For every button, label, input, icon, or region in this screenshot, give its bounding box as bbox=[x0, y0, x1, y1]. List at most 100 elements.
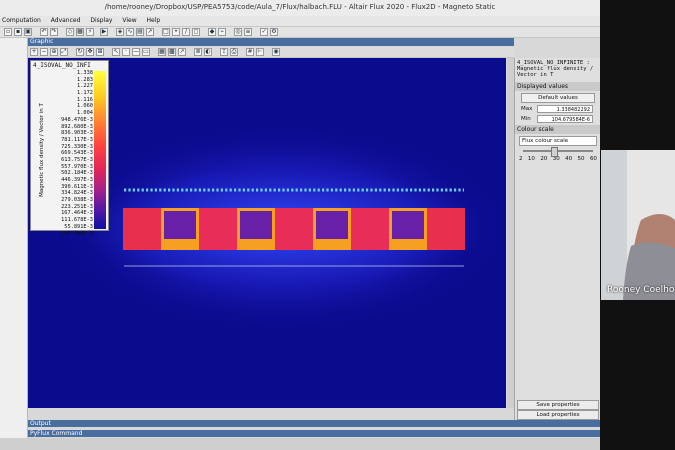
webcam-video bbox=[601, 150, 675, 300]
save-icon[interactable]: ▣ bbox=[24, 28, 32, 36]
menu-computation[interactable]: Computation bbox=[2, 16, 41, 26]
legend-header: 4_ISOVAL_NO_INFI bbox=[33, 62, 91, 69]
participant-name: Rooney Coelho bbox=[607, 285, 675, 295]
legend-icon[interactable]: ≣ bbox=[194, 48, 202, 56]
colour-scale-select[interactable]: Flux colour scale bbox=[519, 136, 597, 146]
display-arrows-icon[interactable]: ↗ bbox=[178, 48, 186, 56]
open-file-icon[interactable]: ▪ bbox=[14, 28, 22, 36]
legend-value: 836.903E-3 bbox=[61, 130, 93, 137]
max-field-row: Max 1.338482292 bbox=[519, 105, 597, 113]
legend-value: 1.172 bbox=[77, 90, 93, 97]
magnet-segment bbox=[275, 208, 313, 250]
bottom-strip bbox=[0, 438, 600, 450]
min-field-row: Min 104.679584E-6 bbox=[519, 115, 597, 123]
legend-value: 1.338 bbox=[77, 70, 93, 76]
legend-color-bar bbox=[94, 71, 106, 229]
colour-count-slider[interactable] bbox=[523, 147, 593, 157]
color-icon[interactable]: ◐ bbox=[204, 48, 212, 56]
flux-window: /home/rooney/Dropbox/USP/PEA5753/code/Au… bbox=[0, 0, 600, 450]
legend-value: 167.464E-3 bbox=[61, 210, 93, 217]
redo-icon[interactable]: ↷ bbox=[50, 28, 58, 36]
title-bar: /home/rooney/Dropbox/USP/PEA5753/code/Au… bbox=[0, 0, 600, 17]
camera-icon[interactable]: ◉ bbox=[272, 48, 280, 56]
menu-display[interactable]: Display bbox=[90, 16, 112, 26]
select-face-icon[interactable]: ▭ bbox=[142, 48, 150, 56]
output-panel-title[interactable]: Output bbox=[28, 420, 600, 427]
settings-icon[interactable]: ⚙ bbox=[270, 28, 278, 36]
legend-value: 669.543E-3 bbox=[61, 150, 93, 157]
postpro-icon[interactable]: ◈ bbox=[116, 28, 124, 36]
panel-splitter[interactable] bbox=[507, 58, 514, 408]
solve-icon[interactable]: ▶ bbox=[100, 28, 108, 36]
zoom-out-icon[interactable]: − bbox=[40, 48, 48, 56]
select-point-icon[interactable]: · bbox=[122, 48, 130, 56]
legend-value: 279.038E-3 bbox=[61, 197, 93, 204]
slider-tick: 40 bbox=[565, 156, 573, 162]
menu-help[interactable]: Help bbox=[147, 16, 161, 26]
legend-value: 390.611E-3 bbox=[61, 183, 93, 190]
legend-value: 557.970E-3 bbox=[61, 163, 93, 170]
legend-values: 1.338 1.283 1.227 1.172 1.116 1.060 1.00… bbox=[39, 70, 93, 237]
slider-tick: 20 bbox=[540, 156, 548, 162]
menu-bar: Computation Advanced Display View Help bbox=[0, 16, 600, 27]
save-properties-button[interactable]: Save properties bbox=[517, 400, 599, 410]
default-values-button[interactable]: Default values bbox=[521, 93, 595, 103]
magnet-inner-core bbox=[392, 211, 424, 239]
max-input[interactable]: 1.338482292 bbox=[537, 105, 593, 113]
curve-icon[interactable]: ∿ bbox=[126, 28, 134, 36]
point-icon[interactable]: • bbox=[172, 28, 180, 36]
zoom-in-icon[interactable]: + bbox=[30, 48, 38, 56]
pan-icon[interactable]: ✥ bbox=[86, 48, 94, 56]
view-xy-icon[interactable]: ⊞ bbox=[96, 48, 104, 56]
new-file-icon[interactable]: ▫ bbox=[4, 28, 12, 36]
undo-icon[interactable]: ↶ bbox=[40, 28, 48, 36]
circuit-icon[interactable]: ⌁ bbox=[218, 28, 226, 36]
project-tree-panel[interactable] bbox=[0, 38, 28, 450]
grid-icon[interactable]: # bbox=[246, 48, 254, 56]
physics-icon[interactable]: ⚡ bbox=[86, 28, 94, 36]
display-mesh-icon[interactable]: ▦ bbox=[158, 48, 166, 56]
magnet-segment bbox=[351, 208, 389, 250]
menu-view[interactable]: View bbox=[122, 16, 136, 26]
mesh-icon[interactable]: ▦ bbox=[76, 28, 84, 36]
load-properties-button[interactable]: Load properties bbox=[517, 410, 599, 420]
zoom-fit-icon[interactable]: ⤢ bbox=[60, 48, 68, 56]
slider-tick: 50 bbox=[577, 156, 585, 162]
min-input[interactable]: 104.679584E-6 bbox=[537, 115, 593, 123]
region-icon[interactable]: □ bbox=[162, 28, 170, 36]
window-title: /home/rooney/Dropbox/USP/PEA5753/code/Au… bbox=[104, 3, 496, 11]
select-line-icon[interactable]: — bbox=[132, 48, 140, 56]
material-icon[interactable]: ◆ bbox=[208, 28, 216, 36]
parameter-icon[interactable]: ≡ bbox=[244, 28, 252, 36]
colour-scale-title: Colour scale bbox=[515, 125, 600, 134]
slider-tick: 60 bbox=[589, 156, 597, 162]
slider-knob[interactable] bbox=[551, 147, 558, 157]
legend-value: 1.283 bbox=[77, 76, 93, 83]
color-legend[interactable]: 4_ISOVAL_NO_INFI Magnetic flux density /… bbox=[30, 60, 109, 237]
print-icon[interactable]: ⎙ bbox=[230, 48, 238, 56]
legend-value: 55.891E-3 bbox=[64, 223, 93, 230]
graphic-panel-title: Graphic bbox=[28, 38, 514, 46]
zoom-region-icon[interactable]: ⊕ bbox=[50, 48, 58, 56]
magnet-inner-core bbox=[240, 211, 272, 239]
isovalue-icon[interactable]: ▤ bbox=[136, 28, 144, 36]
pyflux-panel-title[interactable]: PyFlux Command bbox=[28, 430, 600, 437]
check-icon[interactable]: ✓ bbox=[260, 28, 268, 36]
arrow-icon[interactable]: ↗ bbox=[146, 28, 154, 36]
magnet-segment bbox=[123, 208, 161, 250]
magnet-segment bbox=[199, 208, 237, 250]
rotate-icon[interactable]: ↻ bbox=[76, 48, 84, 56]
select-icon[interactable]: ↖ bbox=[112, 48, 120, 56]
legend-value: 334.824E-3 bbox=[61, 190, 93, 197]
main-toolbar: ▫ ▪ ▣ ↶ ↷ ◇ ▦ ⚡ ▶ ◈ ∿ ▤ ↗ □ • / ◻ ◆ ⌁ ◎ … bbox=[0, 27, 600, 38]
ruler-icon[interactable]: ⊢ bbox=[256, 48, 264, 56]
legend-value: 446.397E-3 bbox=[61, 177, 93, 183]
sensor-icon[interactable]: ◎ bbox=[234, 28, 242, 36]
magnet-segment bbox=[427, 208, 465, 250]
face-icon[interactable]: ◻ bbox=[192, 28, 200, 36]
line-icon[interactable]: / bbox=[182, 28, 190, 36]
display-regions-icon[interactable]: ▩ bbox=[168, 48, 176, 56]
geometry-icon[interactable]: ◇ bbox=[66, 28, 74, 36]
menu-advanced[interactable]: Advanced bbox=[51, 16, 81, 26]
export-icon[interactable]: ⇪ bbox=[220, 48, 228, 56]
